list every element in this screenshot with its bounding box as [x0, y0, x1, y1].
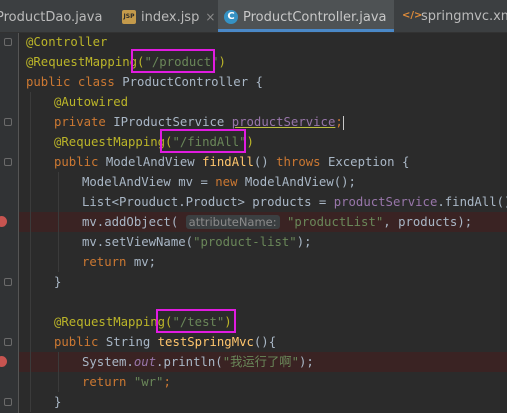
code-text: String: [105, 335, 158, 349]
fold-icon[interactable]: [4, 118, 12, 126]
code-line-9[interactable]: List<Prouduct.Product> products = produc…: [82, 192, 507, 212]
code-text: IProductService: [113, 115, 232, 129]
code-text: ProductController {: [122, 75, 263, 89]
method-name-token: findAll: [202, 155, 254, 169]
close-icon[interactable]: ×: [392, 10, 394, 24]
code-text: Exception {: [327, 155, 410, 169]
code-line-10[interactable]: mv.addObject( attributeName: "productLis…: [82, 212, 472, 232]
keyword-token: private: [54, 115, 114, 129]
code-text: (): [253, 155, 277, 169]
tab-label: springmvc.xml: [421, 9, 507, 24]
code-text: , products);: [383, 215, 473, 229]
code-text: }: [54, 395, 62, 409]
annotation-token: @Controller: [26, 35, 108, 49]
indent-guide: [58, 352, 59, 392]
code-line-3[interactable]: public class ProductController {: [26, 72, 263, 92]
tab-productdao[interactable]: ProductDao.java×: [0, 0, 108, 32]
code-line-1[interactable]: @Controller: [26, 32, 107, 52]
fold-icon[interactable]: [4, 338, 12, 346]
highlight-box-product: [131, 49, 215, 73]
text-caret: [342, 115, 344, 130]
tab-productcontroller[interactable]: C ProductController.java ×: [218, 0, 394, 32]
tab-label: ProductController.java: [243, 10, 387, 25]
keyword-token: new: [215, 175, 245, 189]
tab-label: ProductDao.java: [0, 10, 103, 25]
code-line-16[interactable]: public String testSpringMvc(){: [54, 332, 276, 352]
highlight-box-findall: [160, 129, 246, 153]
parameter-hint: attributeName:: [185, 215, 280, 229]
highlight-box-test: [156, 309, 236, 333]
jsp-file-icon: JSP: [122, 9, 136, 24]
annotation-token: @RequestMapping(: [54, 315, 173, 329]
string-token: "wr": [133, 375, 164, 389]
code-text: );: [296, 235, 312, 249]
annotation-token: @RequestMapping(: [54, 135, 173, 149]
code-text: mv.addObject(: [82, 215, 186, 229]
editor-tab-bar: ProductDao.java× JSPindex.jsp× CProductC…: [0, 0, 507, 33]
field-token: productService: [333, 195, 438, 209]
annotation-token: ): [218, 55, 226, 69]
code-text: .findAll();: [437, 195, 507, 209]
field-token: productService: [231, 115, 336, 129]
code-text: mv.setViewName(: [82, 235, 194, 249]
code-line-17[interactable]: System.out.println("我运行了啊");: [82, 352, 314, 372]
fold-icon[interactable]: [4, 398, 12, 406]
indent-guide: [30, 92, 31, 412]
code-line-11[interactable]: mv.setViewName("product-list");: [82, 232, 312, 252]
code-text: );: [298, 355, 314, 369]
keyword-token: throws: [276, 155, 328, 169]
code-text: List<Prouduct.Product> products =: [82, 195, 334, 209]
string-token: "productList": [279, 215, 384, 229]
code-text: ;: [335, 115, 343, 129]
tab-label: index.jsp: [141, 10, 200, 25]
static-field-token: out: [133, 355, 157, 369]
indent-guide: [58, 172, 59, 272]
annotation-token: ): [246, 135, 254, 149]
fold-icon[interactable]: [4, 158, 12, 166]
code-text: }: [54, 275, 62, 289]
code-line-7[interactable]: public ModelAndView findAll() throws Exc…: [54, 152, 409, 172]
fold-icon[interactable]: [4, 38, 12, 46]
keyword-token: public class: [26, 75, 123, 89]
code-text: ModelAndView: [105, 155, 203, 169]
keyword-token: return: [82, 255, 134, 269]
annotation-token: @RequestMapping(: [26, 55, 145, 69]
code-text: ;: [163, 375, 171, 389]
code-line-12[interactable]: return mv;: [82, 252, 156, 272]
code-line-19[interactable]: }: [54, 392, 61, 412]
close-icon[interactable]: ×: [205, 10, 214, 24]
string-token: "我运行了啊": [222, 355, 299, 369]
tab-springmvc-xml[interactable]: </>springmvc.xml: [402, 0, 507, 32]
code-text: (){: [253, 335, 277, 349]
code-text: mv;: [133, 255, 157, 269]
class-file-icon: C: [224, 9, 238, 24]
code-text: ModelAndView();: [244, 175, 356, 189]
code-text: ModelAndView mv =: [82, 175, 216, 189]
tab-index-jsp[interactable]: JSP index.jsp ×: [122, 0, 214, 32]
code-line-4[interactable]: @Autowired: [54, 92, 128, 112]
keyword-token: return: [82, 375, 134, 389]
code-line-18[interactable]: return "wr";: [82, 372, 171, 392]
xml-file-icon: </>: [402, 9, 423, 21]
code-line-13[interactable]: }: [54, 272, 61, 292]
fold-icon[interactable]: [4, 278, 12, 286]
code-text: System.: [82, 355, 134, 369]
string-token: "product-list": [193, 235, 297, 249]
method-name-token: testSpringMvc: [157, 335, 254, 349]
keyword-token: public: [54, 155, 106, 169]
code-text: .println(: [156, 355, 223, 369]
keyword-token: public: [54, 335, 106, 349]
code-line-8[interactable]: ModelAndView mv = new ModelAndView();: [82, 172, 356, 192]
annotation-token: @Autowired: [54, 95, 129, 109]
